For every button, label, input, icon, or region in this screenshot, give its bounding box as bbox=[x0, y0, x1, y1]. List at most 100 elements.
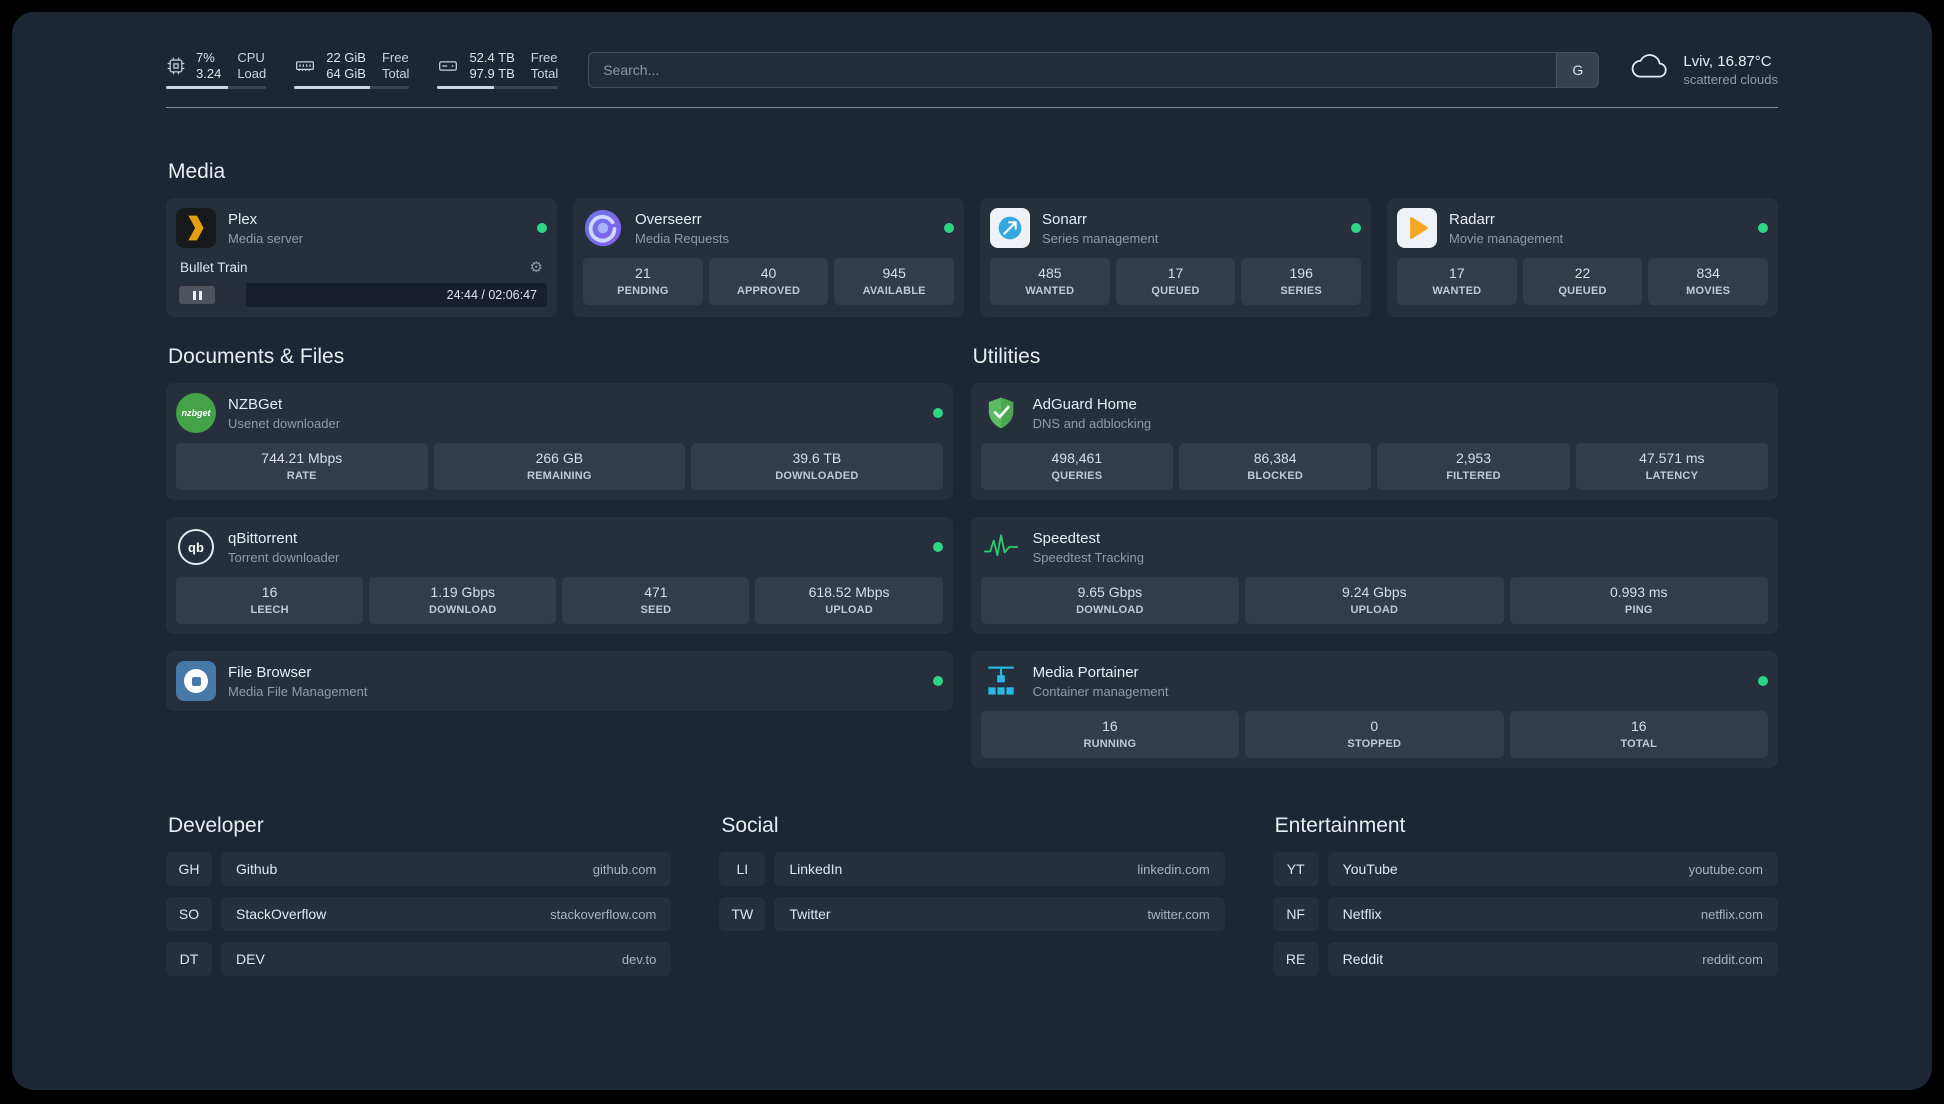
status-dot bbox=[944, 223, 954, 233]
plex-icon bbox=[176, 208, 216, 248]
bookmark-github[interactable]: GH Github github.com bbox=[166, 852, 672, 886]
cloud-icon bbox=[1629, 52, 1671, 87]
bookmark-youtube[interactable]: YT YouTube youtube.com bbox=[1272, 852, 1778, 886]
stat-leech: 16 LEECH bbox=[176, 577, 364, 624]
search-provider-button[interactable]: G bbox=[1556, 52, 1599, 87]
speedtest-icon bbox=[981, 527, 1021, 567]
stat-upload: 9.24 Gbps UPLOAD bbox=[1245, 577, 1504, 624]
overseerr-card[interactable]: Overseerr Media Requests 21 PENDING 40 A… bbox=[573, 198, 964, 317]
service-name: Media Portainer bbox=[1032, 663, 1139, 681]
bookmark-abbr: YT bbox=[1272, 852, 1319, 886]
stat-total: 16 TOTAL bbox=[1509, 711, 1768, 758]
disk-free: 52.4 TB bbox=[469, 50, 515, 65]
radarr-card[interactable]: Radarr Movie management 17 WANTED 22 QUE… bbox=[1387, 198, 1778, 317]
memory-free: 22 GiB bbox=[326, 50, 366, 65]
gear-icon[interactable]: ⚙ bbox=[530, 260, 543, 275]
stat-wanted: 485 WANTED bbox=[990, 258, 1110, 305]
stat-remaining: 266 GB REMAINING bbox=[433, 443, 686, 490]
stat-ping: 0.993 ms PING bbox=[1509, 577, 1768, 624]
service-desc: Container management bbox=[1032, 683, 1169, 699]
bookmark-stackoverflow[interactable]: SO StackOverflow stackoverflow.com bbox=[166, 897, 672, 931]
portainer-card[interactable]: Media Portainer Container management 16 … bbox=[970, 651, 1778, 768]
disk-icon bbox=[437, 56, 459, 76]
stat-queued: 17 QUEUED bbox=[1115, 258, 1236, 305]
search-input[interactable] bbox=[589, 52, 1557, 87]
weather-widget[interactable]: Lviv, 16.87°C scattered clouds bbox=[1629, 52, 1778, 87]
cpu-percent: 7% bbox=[196, 50, 215, 65]
service-desc: Torrent downloader bbox=[228, 549, 340, 565]
bookmark-twitter[interactable]: TW Twitter twitter.com bbox=[719, 897, 1225, 931]
memory-total: 64 GiB bbox=[326, 66, 366, 81]
media-grid: Plex Media server Bullet Train ⚙ 24:44 /… bbox=[166, 198, 1778, 317]
stat-running: 16 RUNNING bbox=[980, 711, 1240, 758]
status-dot bbox=[1758, 223, 1768, 233]
pause-icon[interactable] bbox=[179, 286, 215, 304]
service-name: qBittorrent bbox=[228, 529, 298, 547]
bookmark-netflix[interactable]: NF Netflix netflix.com bbox=[1272, 897, 1778, 931]
service-name: AdGuard Home bbox=[1032, 395, 1137, 413]
service-desc: Media File Management bbox=[228, 683, 368, 699]
radarr-icon bbox=[1397, 208, 1437, 248]
weather-location: Lviv, 16.87°C bbox=[1683, 52, 1772, 70]
nzbget-card[interactable]: nzbget NZBGet Usenet downloader 744.21 M… bbox=[166, 383, 953, 500]
portainer-icon bbox=[981, 661, 1021, 701]
now-playing-title: Bullet Train bbox=[180, 260, 248, 275]
bookmark-group-social: Social LI LinkedIn linkedin.com TW Twitt… bbox=[719, 814, 1225, 987]
stat-download: 1.19 Gbps DOWNLOAD bbox=[369, 577, 557, 624]
nzbget-icon: nzbget bbox=[176, 393, 216, 433]
bookmark-abbr: RE bbox=[1272, 942, 1319, 976]
memory-icon bbox=[294, 56, 316, 76]
speedtest-card[interactable]: Speedtest Speedtest Tracking 9.65 Gbps D… bbox=[970, 517, 1778, 634]
service-desc: Media Requests bbox=[635, 230, 729, 246]
stat-queries: 498,461 QUERIES bbox=[980, 443, 1173, 490]
bookmark-reddit[interactable]: RE Reddit reddit.com bbox=[1272, 942, 1778, 976]
utilities-column: Utilities AdGuard Home DNS and adblockin… bbox=[970, 317, 1778, 768]
disk-usage-bar bbox=[437, 86, 559, 89]
disk-free-label: Free bbox=[530, 50, 558, 65]
bookmark-url: reddit.com bbox=[1702, 951, 1763, 967]
section-title-entertainment: Entertainment bbox=[1274, 814, 1406, 837]
sonarr-icon bbox=[990, 208, 1030, 248]
service-name: Overseerr bbox=[635, 210, 702, 228]
service-desc: Series management bbox=[1042, 230, 1159, 246]
filebrowser-card[interactable]: File Browser Media File Management bbox=[166, 651, 953, 711]
stat-seed: 471 SEED bbox=[562, 577, 750, 624]
qbittorrent-card[interactable]: qb qBittorrent Torrent downloader 16 LEE… bbox=[166, 517, 953, 634]
service-name: NZBGet bbox=[228, 395, 283, 413]
stat-stopped: 0 STOPPED bbox=[1245, 711, 1504, 758]
service-desc: Speedtest Tracking bbox=[1032, 549, 1144, 565]
bookmark-dev[interactable]: DT DEV dev.to bbox=[166, 942, 672, 976]
topbar-divider bbox=[166, 107, 1778, 108]
now-playing-progress: 24:44 / 02:06:47 bbox=[176, 283, 547, 307]
bookmark-url: linkedin.com bbox=[1137, 861, 1210, 877]
bookmark-name: DEV bbox=[236, 951, 265, 967]
now-playing-time: 24:44 / 02:06:47 bbox=[446, 288, 537, 302]
adguard-icon bbox=[981, 393, 1021, 433]
bookmark-url: github.com bbox=[592, 861, 657, 877]
bookmark-name: Reddit bbox=[1342, 951, 1384, 967]
documents-column: Documents & Files nzbget NZBGet Usenet d… bbox=[166, 317, 953, 768]
bookmark-name: Github bbox=[236, 861, 278, 877]
section-title-social: Social bbox=[721, 814, 779, 837]
filebrowser-icon bbox=[176, 661, 216, 701]
section-title-media: Media bbox=[168, 160, 226, 183]
stat-blocked: 86,384 BLOCKED bbox=[1178, 443, 1372, 490]
stat-filtered: 2,953 FILTERED bbox=[1377, 443, 1570, 490]
bookmark-linkedin[interactable]: LI LinkedIn linkedin.com bbox=[719, 852, 1225, 886]
bookmark-name: StackOverflow bbox=[236, 906, 327, 922]
overseerr-icon bbox=[583, 208, 623, 248]
stat-pending: 21 PENDING bbox=[583, 258, 703, 305]
status-dot bbox=[932, 676, 943, 686]
plex-card[interactable]: Plex Media server Bullet Train ⚙ 24:44 /… bbox=[166, 198, 557, 317]
sonarr-card[interactable]: Sonarr Series management 485 WANTED 17 Q… bbox=[980, 198, 1371, 317]
stat-queued: 22 QUEUED bbox=[1522, 258, 1643, 305]
section-title-developer: Developer bbox=[168, 814, 264, 837]
bookmark-abbr: SO bbox=[166, 897, 212, 931]
service-desc: Usenet downloader bbox=[228, 415, 341, 431]
cpu-widget: 7% CPU 3.24 Load bbox=[166, 50, 267, 89]
disk-total-label: Total bbox=[530, 66, 559, 81]
bookmark-abbr: LI bbox=[719, 852, 766, 886]
section-title-utilities: Utilities bbox=[972, 345, 1041, 368]
adguard-card[interactable]: AdGuard Home DNS and adblocking 498,461 … bbox=[970, 383, 1778, 500]
bookmark-group-entertainment: Entertainment YT YouTube youtube.com NF … bbox=[1272, 814, 1778, 987]
